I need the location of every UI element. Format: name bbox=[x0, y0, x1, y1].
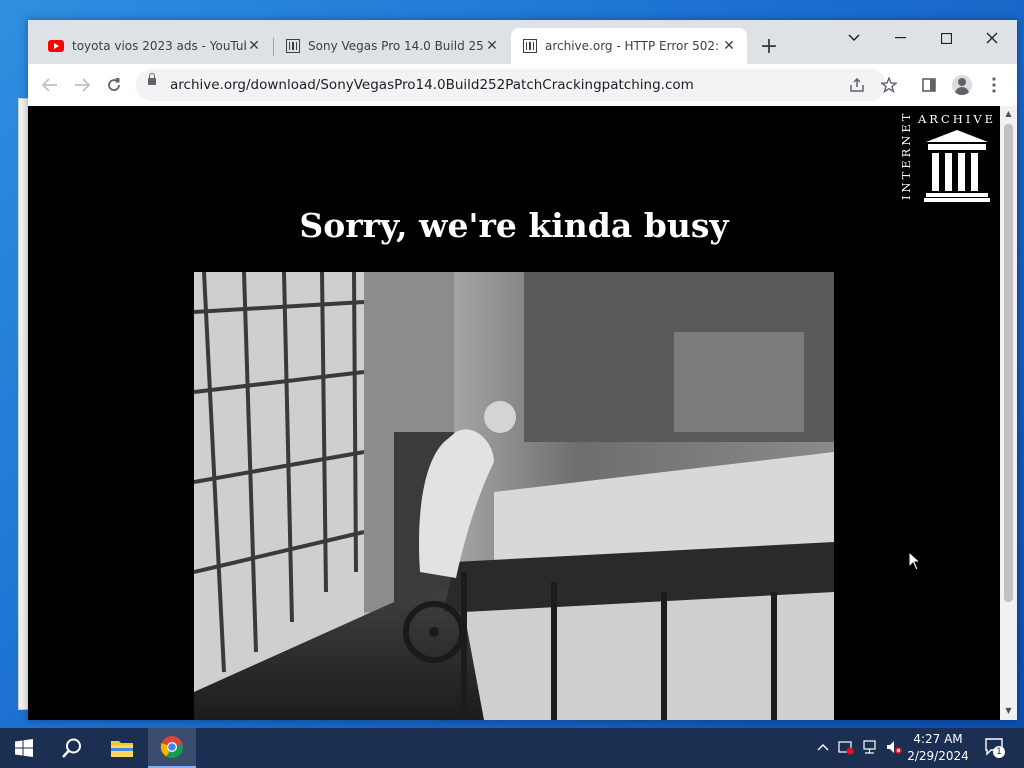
internet-archive-logo[interactable]: INTERNET ARCHIVE bbox=[900, 110, 1000, 202]
reload-icon bbox=[108, 78, 120, 91]
taskbar-clock[interactable]: 4:27 AM 2/29/2024 bbox=[900, 731, 976, 765]
taskbar-file-explorer[interactable] bbox=[98, 728, 146, 768]
address-bar[interactable]: archive.org/download/SonyVegasPro14.0Bui… bbox=[136, 69, 886, 101]
scroll-down-arrow-icon[interactable]: ▼ bbox=[1003, 706, 1014, 716]
network-icon bbox=[863, 740, 876, 754]
side-panel-button[interactable] bbox=[916, 72, 942, 98]
factory-worker-photo bbox=[194, 272, 834, 720]
tab-search-button[interactable] bbox=[831, 24, 877, 52]
share-icon[interactable] bbox=[846, 74, 868, 96]
bookmark-star-button[interactable] bbox=[876, 72, 902, 98]
tab-close-icon[interactable]: ✕ bbox=[484, 38, 500, 54]
reload-button[interactable] bbox=[101, 72, 127, 98]
side-panel-icon bbox=[922, 78, 936, 92]
tab-sony-vegas[interactable]: Sony Vegas Pro 14.0 Build 252 - ✕ bbox=[274, 28, 510, 64]
svg-text:INTERNET: INTERNET bbox=[900, 112, 913, 200]
youtube-icon bbox=[48, 40, 64, 52]
security-tray-icon[interactable] bbox=[837, 738, 855, 756]
search-button[interactable] bbox=[48, 728, 96, 768]
scroll-up-arrow-icon[interactable]: ▲ bbox=[1003, 109, 1014, 119]
share-icon-glyph bbox=[850, 78, 864, 92]
tab-title: toyota vios 2023 ads - YouTube bbox=[72, 39, 246, 53]
taskbar: 4:27 AM 2/29/2024 1 bbox=[0, 728, 1024, 768]
taskbar-chrome[interactable] bbox=[148, 728, 196, 768]
start-button[interactable] bbox=[0, 728, 48, 768]
avatar bbox=[952, 75, 972, 95]
folder-icon bbox=[111, 741, 133, 757]
maximize-icon bbox=[940, 32, 952, 44]
photo-image bbox=[194, 272, 834, 720]
tab-title: Sony Vegas Pro 14.0 Build 252 - bbox=[308, 39, 484, 53]
close-window-button[interactable] bbox=[969, 24, 1015, 52]
logo-vertical-text: INTERNET bbox=[900, 112, 913, 200]
close-icon bbox=[986, 32, 998, 44]
chrome-menu-button[interactable] bbox=[981, 72, 1007, 98]
chevron-up-icon bbox=[817, 744, 829, 751]
minimize-icon bbox=[894, 37, 906, 39]
page-content: Sorry, we're kinda busy INTERNET ARCHIVE bbox=[28, 106, 1000, 720]
network-tray-icon[interactable] bbox=[861, 738, 879, 756]
notification-center-button[interactable]: 1 bbox=[983, 738, 1007, 758]
forward-button[interactable] bbox=[69, 72, 95, 98]
page-title: Sorry, we're kinda busy bbox=[299, 206, 729, 245]
notification-badge: 1 bbox=[993, 746, 1005, 758]
forward-arrow-icon bbox=[75, 78, 90, 92]
tab-close-icon[interactable]: ✕ bbox=[721, 38, 737, 54]
new-tab-button[interactable]: + bbox=[756, 33, 782, 59]
scrollbar-thumb[interactable] bbox=[1004, 124, 1013, 602]
chevron-down-icon bbox=[848, 34, 860, 42]
windows-logo-icon bbox=[15, 739, 33, 757]
logo-horizontal-text: ARCHIVE bbox=[918, 112, 997, 126]
internet-archive-icon bbox=[286, 39, 300, 53]
star-icon bbox=[881, 77, 897, 93]
url-text: archive.org/download/SonyVegasPro14.0Bui… bbox=[170, 77, 694, 93]
show-hidden-icons-button[interactable] bbox=[814, 738, 832, 756]
profile-button[interactable] bbox=[949, 72, 975, 98]
maximize-button[interactable] bbox=[923, 24, 969, 52]
mouse-cursor-icon bbox=[908, 551, 921, 571]
tab-title: archive.org - HTTP Error 502: Int bbox=[545, 39, 721, 53]
archive-building-icon bbox=[924, 130, 990, 202]
back-arrow-icon bbox=[42, 78, 57, 92]
browser-toolbar: archive.org/download/SonyVegasPro14.0Bui… bbox=[28, 64, 1017, 107]
minimize-button[interactable] bbox=[877, 24, 923, 52]
tab-strip: toyota vios 2023 ads - YouTube ✕ Sony Ve… bbox=[28, 20, 1017, 64]
lock-icon bbox=[148, 73, 156, 85]
chrome-icon bbox=[160, 736, 183, 758]
internet-archive-icon bbox=[523, 39, 537, 53]
back-button[interactable] bbox=[37, 72, 63, 98]
chrome-window: toyota vios 2023 ads - YouTube ✕ Sony Ve… bbox=[28, 20, 1017, 720]
tab-archive-error[interactable]: archive.org - HTTP Error 502: Int ✕ bbox=[511, 28, 747, 64]
shield-icon bbox=[838, 741, 854, 755]
clock-time: 4:27 AM bbox=[913, 732, 963, 746]
search-icon bbox=[62, 738, 81, 758]
tab-close-icon[interactable]: ✕ bbox=[246, 38, 262, 54]
tab-youtube[interactable]: toyota vios 2023 ads - YouTube ✕ bbox=[36, 28, 272, 64]
clock-date: 2/29/2024 bbox=[907, 749, 969, 763]
vertical-scrollbar[interactable]: ▲ ▼ bbox=[1000, 106, 1017, 720]
kebab-menu-icon bbox=[992, 77, 996, 93]
